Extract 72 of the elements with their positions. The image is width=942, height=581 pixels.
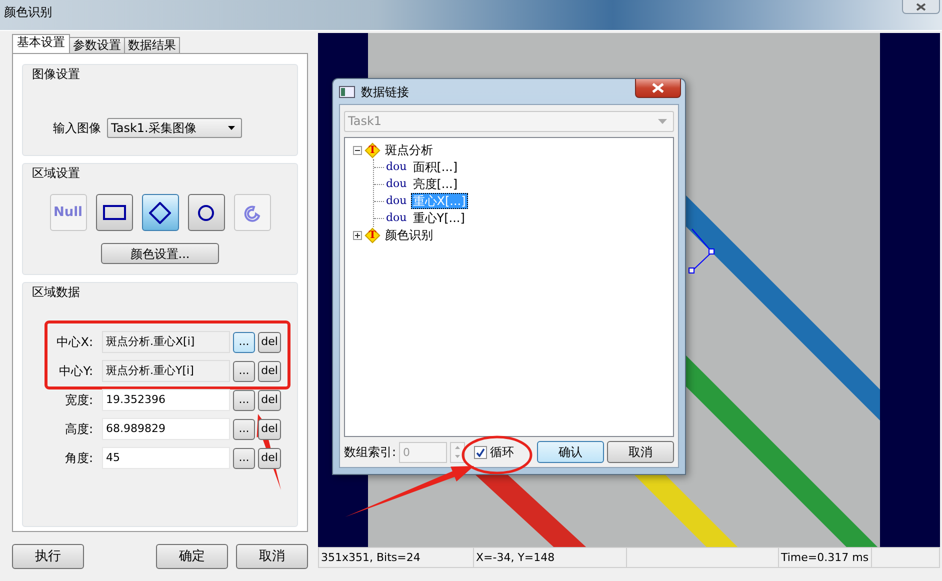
group-title: 区域数据 (31, 284, 81, 300)
value-field[interactable]: 19.352396 (102, 389, 230, 411)
expander-icon[interactable] (353, 230, 362, 240)
dropdown-value: Task1 (348, 113, 382, 130)
diamond-icon (149, 202, 171, 224)
status-text: Time=0.317 ms (779, 548, 872, 567)
field-label: 数组索引: (344, 444, 396, 462)
dropdown-arrow-icon (658, 118, 667, 124)
arc-icon (243, 204, 261, 222)
checkbox-label: 循环 (490, 444, 514, 462)
group-title: 区域设置 (31, 165, 81, 181)
diamond-tool-button[interactable] (142, 194, 178, 231)
cancel-button[interactable]: 取消 (236, 544, 308, 569)
window-title: 颜色识别 (3, 4, 53, 21)
tab[interactable]: 数据结果 (124, 37, 180, 53)
tree-item[interactable]: 面积[...] (410, 159, 460, 176)
circle-icon (198, 204, 214, 220)
expander-icon[interactable] (353, 146, 362, 155)
browse-button[interactable]: ... (233, 448, 255, 468)
field-label: 中心Y: (58, 363, 94, 380)
value-field[interactable]: 斑点分析.重心X[i] (102, 331, 230, 353)
delete-button[interactable]: del (258, 448, 281, 468)
status-text: X=-34, Y=148 (474, 548, 627, 567)
close-icon (652, 83, 664, 93)
delete-button[interactable]: del (258, 418, 281, 440)
field-label: 中心X: (56, 334, 94, 351)
delete-button[interactable]: del (258, 390, 281, 410)
field-label: 角度: (64, 450, 94, 467)
value-field[interactable]: 斑点分析.重心Y[i] (102, 360, 230, 382)
rectangle-icon (102, 205, 126, 220)
tree-item[interactable]: 重心Y[...] (410, 210, 467, 226)
delete-button[interactable]: del (258, 360, 281, 382)
type-label: dou (386, 159, 407, 176)
group-title: 图像设置 (31, 66, 81, 82)
close-button[interactable] (902, 0, 940, 14)
field-label: 高度: (64, 421, 94, 438)
field-label: 宽度: (64, 392, 94, 409)
highlight-ellipse (462, 436, 532, 474)
tab[interactable]: 基本设置 (12, 34, 70, 53)
tree-item[interactable]: 颜色识别 (383, 227, 435, 244)
browse-button[interactable]: ... (233, 390, 255, 410)
browse-button[interactable]: ... (233, 418, 255, 440)
value-field[interactable]: 68.989829 (102, 418, 230, 440)
browse-button[interactable]: ... (233, 332, 255, 352)
task-badge: T (364, 142, 381, 159)
rectangle-tool-button[interactable] (96, 194, 132, 231)
window-icon (339, 86, 355, 98)
task-badge: T (364, 226, 381, 244)
dropdown-value: Task1.采集图像 (111, 120, 196, 137)
dropdown-arrow-icon (228, 126, 235, 130)
close-icon (916, 2, 926, 10)
status-text: 351x351, Bits=24 (319, 548, 474, 567)
dialog-title: 数据链接 (361, 84, 409, 100)
input-image-dropdown[interactable]: Task1.采集图像 (107, 118, 242, 138)
tab[interactable]: 参数设置 (69, 37, 125, 53)
field-label: 输入图像 (53, 120, 101, 137)
color-settings-button[interactable]: 颜色设置... (101, 243, 219, 264)
close-button[interactable] (635, 79, 681, 98)
ok-button[interactable]: 确定 (156, 544, 228, 569)
tree-item[interactable]: 斑点分析 (383, 142, 435, 158)
circle-tool-button[interactable] (188, 194, 224, 231)
type-label: dou (386, 210, 407, 226)
loop-checkbox[interactable] (474, 446, 488, 459)
delete-button[interactable]: del (258, 332, 281, 352)
value-field[interactable]: 45 (102, 447, 230, 469)
type-label: dou (386, 193, 407, 210)
confirm-button[interactable]: 确认 (537, 441, 604, 464)
type-label: dou (386, 176, 407, 192)
tree-item[interactable]: 亮度[...] (410, 176, 460, 192)
browse-button[interactable]: ... (233, 360, 255, 382)
cancel-button[interactable]: 取消 (607, 441, 674, 464)
run-button[interactable]: 执行 (12, 544, 84, 569)
